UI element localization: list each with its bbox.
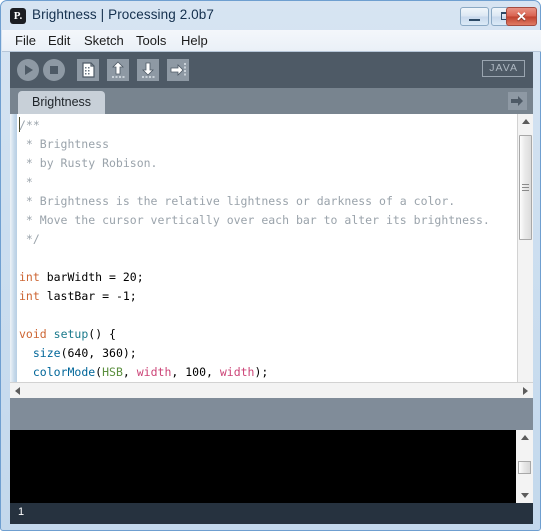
code-token: barWidth = 20; [39, 270, 144, 284]
run-button[interactable] [17, 59, 39, 81]
code-token: , [122, 365, 137, 379]
code-token: ); [254, 365, 269, 379]
code-line: * Move the cursor vertically over each b… [19, 211, 519, 230]
tab-bar: Brightness [10, 88, 533, 114]
status-bar: 1 [10, 503, 533, 524]
code-line: * [19, 173, 519, 192]
code-token: colorMode [32, 365, 96, 379]
open-up-arrow-icon [112, 61, 125, 78]
save-down-arrow-icon [142, 62, 155, 78]
tab-brightness[interactable]: Brightness [18, 91, 106, 114]
code-token: setup [53, 327, 89, 341]
code-line: void setup() { [19, 325, 519, 344]
code-token: * by Rusty Robison. [19, 156, 158, 170]
stop-icon [50, 66, 58, 74]
code-token: size [32, 346, 61, 360]
console-vertical-scrollbar[interactable] [516, 430, 533, 503]
menu-item-tools[interactable]: Tools [131, 32, 171, 50]
new-button[interactable] [77, 59, 99, 81]
arrow-up-icon [521, 435, 529, 440]
scrollbar-grip-icon [522, 184, 529, 185]
arrow-up-icon [522, 119, 530, 124]
code-line: size(640, 360); [19, 344, 519, 363]
code-token: int [19, 289, 40, 303]
stop-button[interactable] [43, 59, 65, 81]
window-title: Brightness | Processing 2.0b7 [32, 7, 215, 22]
code-line: * Brightness is the relative lightness o… [19, 192, 519, 211]
code-token: HSB [102, 365, 123, 379]
code-token: /** [19, 118, 40, 132]
code-line: */ [19, 230, 519, 249]
code-token: int [19, 270, 40, 284]
console-scrollbar-thumb[interactable] [518, 461, 531, 474]
code-token: lastBar = -1; [39, 289, 137, 303]
code-line: * Brightness [19, 135, 519, 154]
menu-item-edit[interactable]: Edit [43, 32, 75, 50]
code-token: * Move the cursor vertically over each b… [19, 213, 490, 227]
title-bar: P. Brightness | Processing 2.0b7 ✕ [2, 2, 541, 30]
editor-scroll-left-button[interactable] [10, 383, 25, 398]
message-bar [10, 398, 533, 430]
code-token: width [136, 365, 172, 379]
close-button[interactable]: ✕ [506, 7, 537, 26]
new-file-icon [82, 62, 95, 78]
code-line: int lastBar = -1; [19, 287, 519, 306]
processing-logo-icon: P. [10, 8, 26, 24]
editor-scroll-right-button[interactable] [518, 383, 533, 398]
menu-item-file[interactable]: File [10, 32, 41, 50]
code-editor[interactable]: /** * Brightness * by Rusty Robison. * *… [10, 114, 533, 398]
editor-horizontal-scrollbar[interactable] [10, 382, 533, 398]
code-token: * Brightness [19, 137, 110, 151]
code-token: * [19, 175, 40, 189]
menu-item-sketch[interactable]: Sketch [79, 32, 129, 50]
code-line: /** [19, 116, 519, 135]
arrow-down-icon [521, 493, 529, 498]
open-button[interactable] [107, 59, 129, 81]
arrow-left-icon [15, 387, 20, 395]
editor-vertical-scrollbar[interactable] [517, 114, 533, 398]
menu-item-help[interactable]: Help [176, 32, 213, 50]
code-token: * Brightness is the relative lightness o… [19, 194, 456, 208]
code-line: colorMode(HSB, width, 100, width); [19, 363, 519, 382]
export-button[interactable] [167, 59, 189, 81]
editor-scrollbar-thumb[interactable] [519, 135, 532, 240]
arrow-right-icon [523, 387, 528, 395]
next-tab-button[interactable] [508, 92, 527, 110]
toolbar: JAVA [10, 52, 533, 88]
console-scroll-up-button[interactable] [516, 430, 532, 445]
code-line: * by Rusty Robison. [19, 154, 519, 173]
code-token: void [19, 327, 47, 341]
minimize-button[interactable] [460, 7, 489, 26]
editor-scroll-up-button[interactable] [518, 114, 533, 129]
code-token: (640, 360); [60, 346, 137, 360]
export-right-arrow-icon [170, 63, 186, 76]
code-token: width [219, 365, 255, 379]
close-icon: ✕ [516, 9, 527, 24]
code-token: , 100, [171, 365, 220, 379]
mode-badge[interactable]: JAVA [482, 60, 525, 77]
processing-ide-window: P. Brightness | Processing 2.0b7 ✕ File … [0, 0, 541, 531]
arrow-right-icon [511, 96, 523, 106]
status-line-number: 1 [18, 506, 25, 518]
menu-bar: File Edit Sketch Tools Help [2, 30, 541, 52]
code-line: int barWidth = 20; [19, 268, 519, 287]
console-panel[interactable] [10, 430, 533, 503]
code-text[interactable]: /** * Brightness * by Rusty Robison. * *… [19, 116, 519, 382]
code-token: () { [88, 327, 116, 341]
console-scroll-down-button[interactable] [516, 488, 532, 503]
editor-gutter [10, 114, 17, 398]
save-button[interactable] [137, 59, 159, 81]
play-icon [25, 65, 33, 75]
code-token: */ [19, 232, 40, 246]
